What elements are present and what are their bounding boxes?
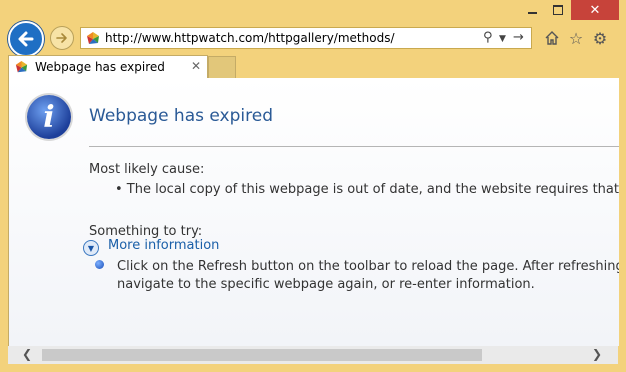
browser-window: ✕ http://www.httpwatch.com/httpgallery/m… — [0, 0, 626, 372]
favorites-star-icon[interactable]: ☆ — [566, 28, 586, 48]
more-information-link[interactable]: More information — [108, 238, 219, 253]
try-heading: Something to try: — [89, 224, 203, 239]
horizontal-scrollbar[interactable]: ❮ ❯ — [8, 346, 618, 364]
bullet-icon — [95, 260, 104, 269]
minimize-button[interactable] — [519, 0, 545, 20]
cause-heading: Most likely cause: — [89, 162, 205, 177]
back-arrow-icon — [18, 31, 34, 47]
forward-arrow-icon — [56, 33, 67, 43]
scroll-right-icon[interactable]: ❯ — [592, 347, 602, 361]
back-button[interactable] — [8, 21, 44, 57]
maximize-button[interactable] — [545, 0, 571, 20]
maximize-icon — [553, 5, 563, 15]
close-icon: ✕ — [589, 2, 601, 18]
new-tab-button[interactable] — [208, 56, 236, 78]
info-icon: i — [27, 95, 71, 139]
forward-button[interactable] — [50, 26, 74, 50]
url-text[interactable]: http://www.httpwatch.com/httpgallery/met… — [105, 31, 394, 45]
tab-close-icon[interactable]: ✕ — [191, 59, 201, 73]
scrollbar-thumb[interactable] — [42, 349, 482, 361]
cause-item: • The local copy of this webpage is out … — [115, 182, 619, 197]
close-window-button[interactable]: ✕ — [571, 0, 619, 20]
go-arrow-icon[interactable]: → — [513, 30, 524, 45]
divider — [89, 146, 619, 147]
page-content: i Webpage has expired Most likely cause:… — [8, 78, 619, 346]
expand-chevron-icon[interactable]: ▼ — [83, 240, 99, 256]
dropdown-icon[interactable]: ▼ — [499, 34, 506, 44]
home-icon[interactable] — [542, 28, 562, 48]
tab-favicon-icon — [15, 60, 28, 73]
scroll-left-icon[interactable]: ❮ — [22, 347, 32, 361]
page-title: Webpage has expired — [89, 106, 273, 126]
site-favicon-icon — [87, 32, 99, 44]
minimize-icon — [527, 12, 537, 14]
address-bar[interactable]: http://www.httpwatch.com/httpgallery/met… — [80, 27, 532, 49]
tab-active[interactable]: Webpage has expired ✕ — [8, 55, 208, 78]
try-line-2: navigate to the specific webpage again, … — [117, 277, 535, 292]
settings-gear-icon[interactable]: ⚙ — [590, 28, 610, 48]
search-icon[interactable]: ⚲ — [483, 30, 493, 45]
try-line-1: Click on the Refresh button on the toolb… — [117, 259, 619, 274]
tab-title: Webpage has expired — [35, 60, 165, 74]
